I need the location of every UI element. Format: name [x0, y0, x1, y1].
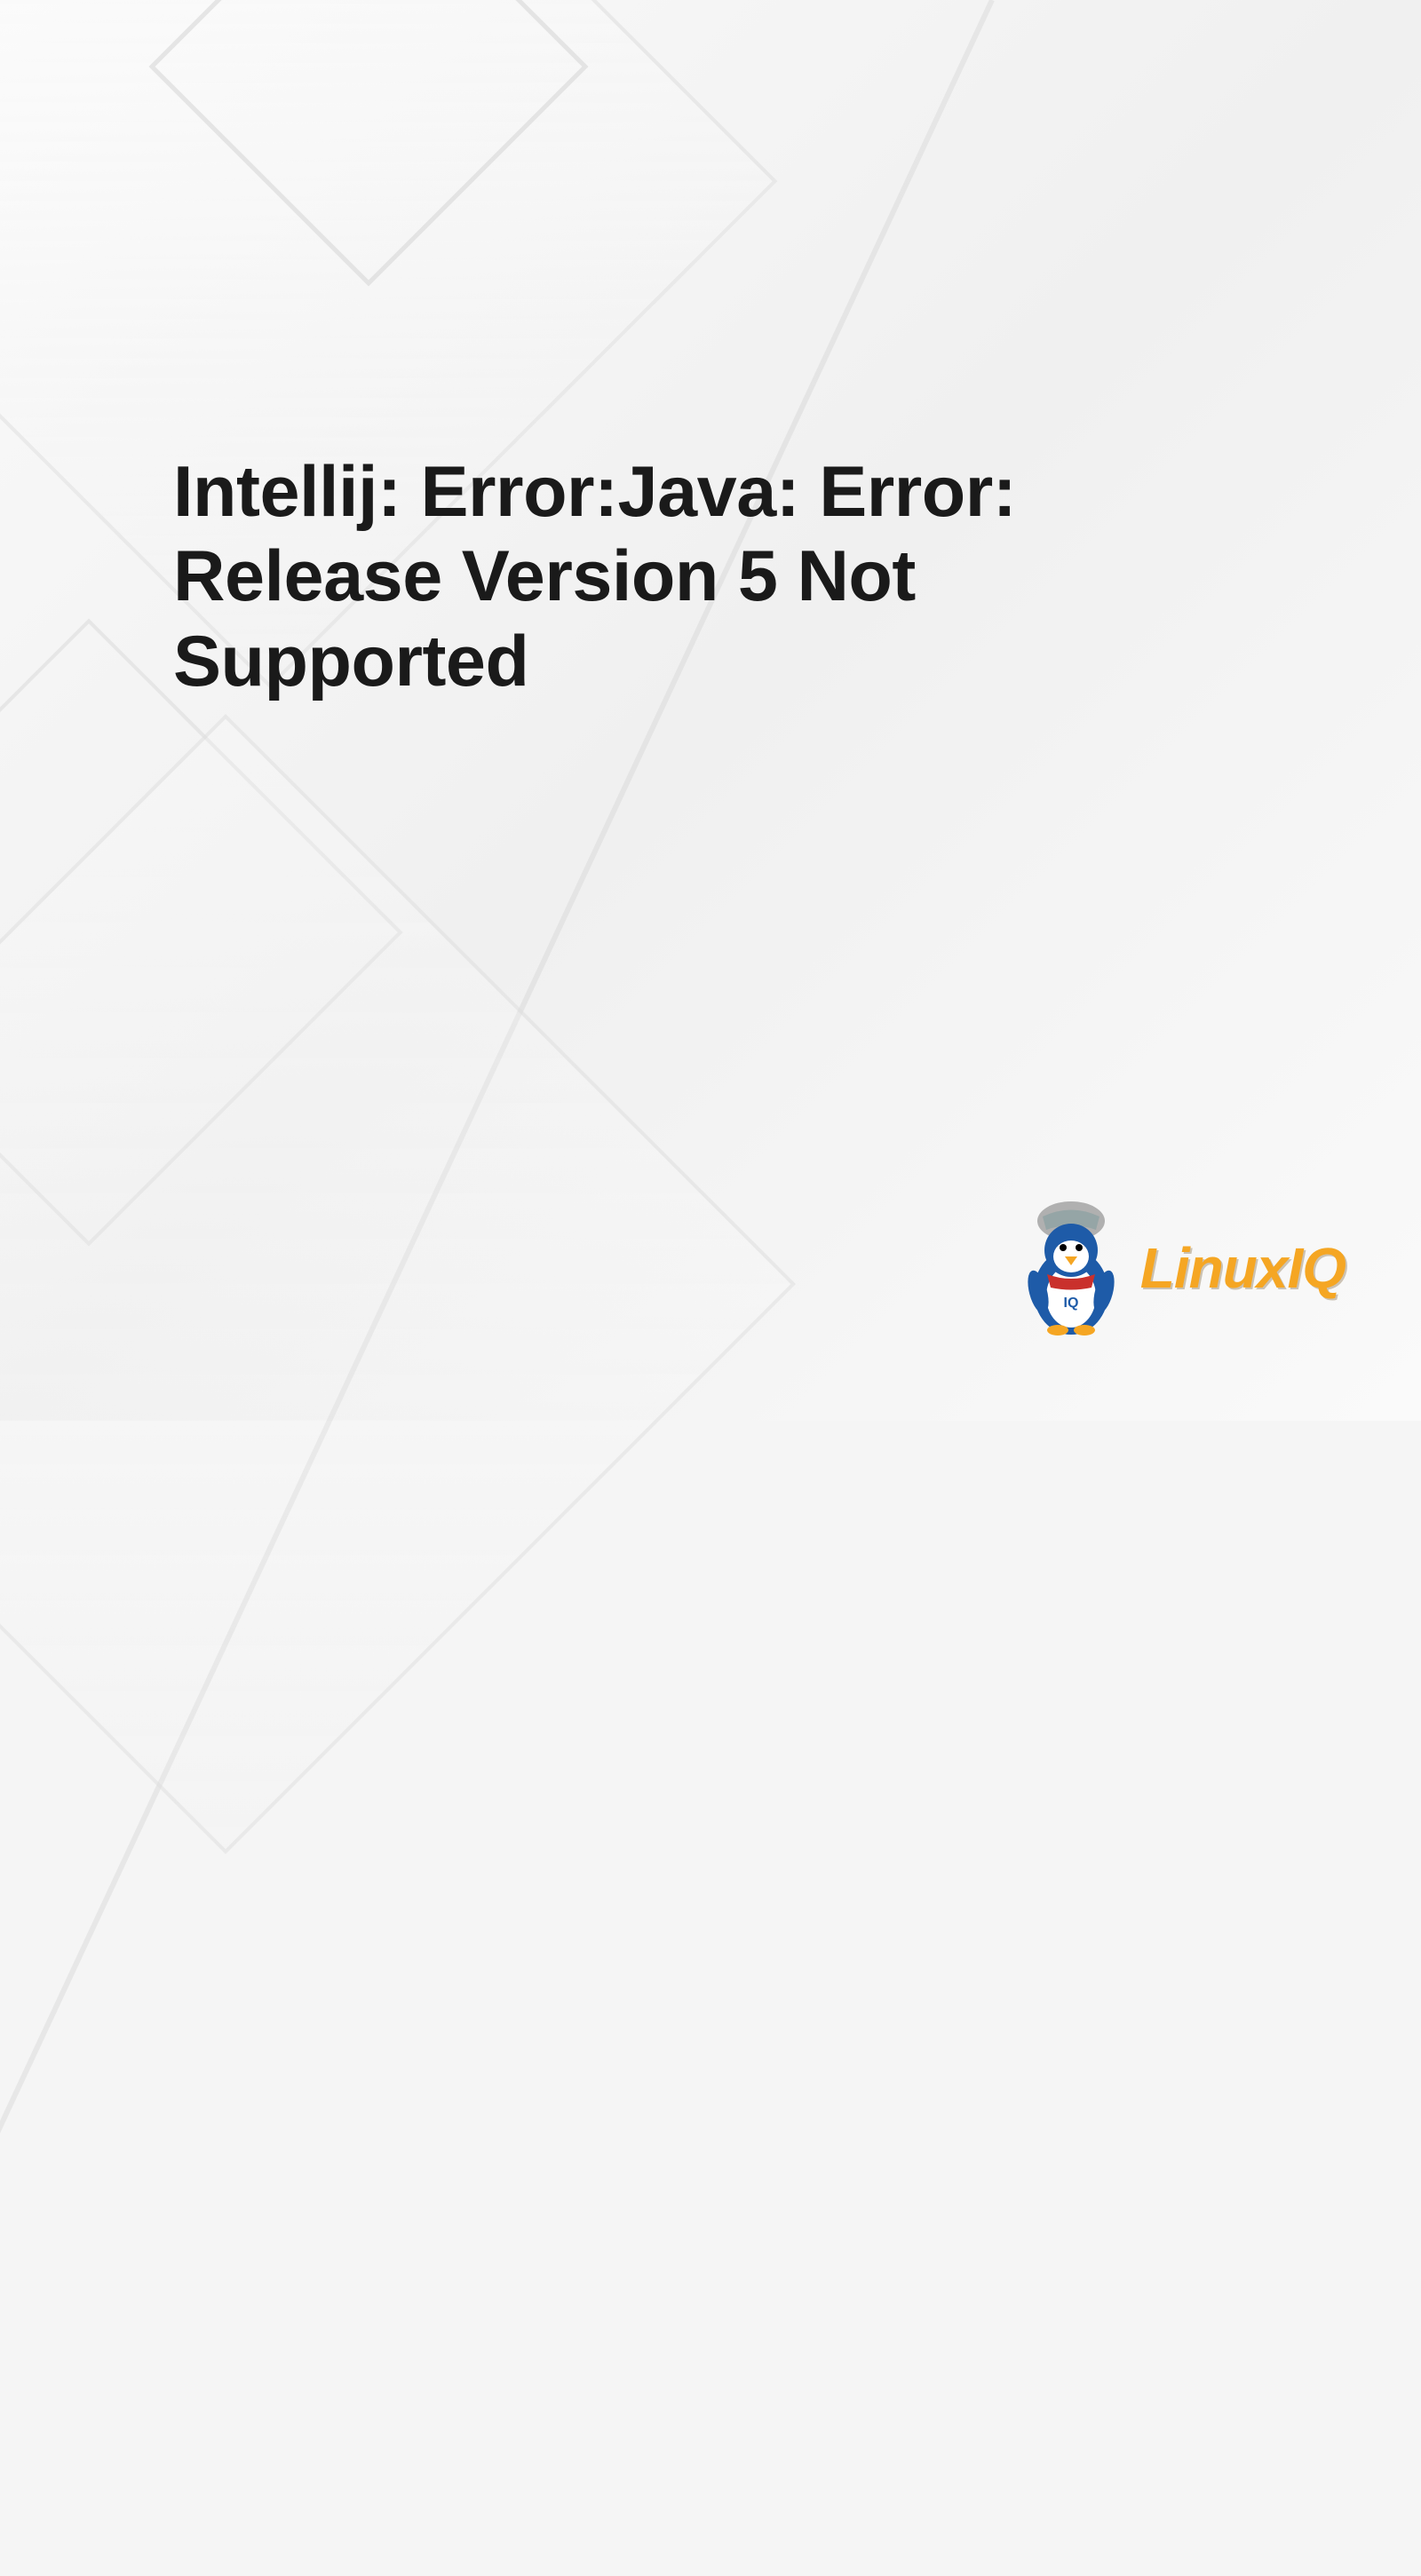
- svg-text:IQ: IQ: [1063, 1296, 1078, 1311]
- page-title: Intellij: Error:Java: Error: Release Ver…: [173, 450, 1248, 705]
- penguin-icon: IQ: [1012, 1199, 1131, 1336]
- logo-text: LinuxIQ: [1140, 1235, 1346, 1301]
- logo-container: IQ LinuxIQ: [1012, 1199, 1346, 1336]
